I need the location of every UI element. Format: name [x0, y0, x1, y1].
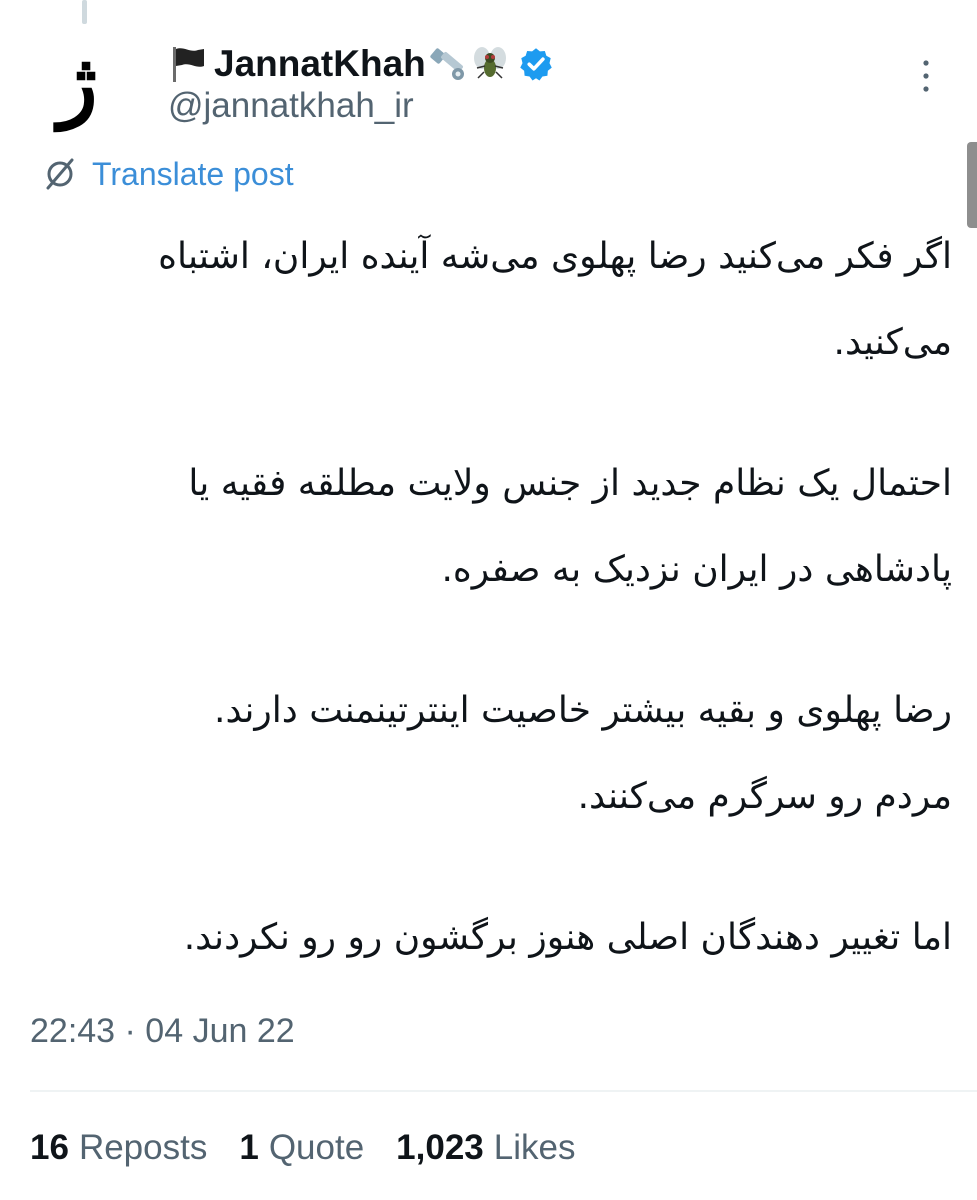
- nut-and-bolt-icon: [430, 48, 464, 80]
- quotes-stat[interactable]: 1 Quote: [239, 1128, 364, 1168]
- author-handle[interactable]: @jannatkhah_ir: [168, 86, 414, 126]
- quotes-count: 1: [239, 1128, 259, 1167]
- engagement-stats: 16 Reposts 1 Quote 1,023 Likes: [30, 1128, 607, 1168]
- display-name[interactable]: JannatKhah: [214, 43, 426, 85]
- more-options-icon[interactable]: [916, 56, 936, 96]
- divider: [30, 1090, 977, 1092]
- likes-stat[interactable]: 1,023 Likes: [396, 1128, 575, 1168]
- likes-count: 1,023: [396, 1128, 484, 1167]
- post-line: اگر فکر می‌کنید رضا پهلوی می‌شه آینده ای…: [158, 236, 952, 277]
- post-line: مردم رو سرگرم می‌کنند.: [577, 776, 952, 817]
- post-line: رضا پهلوی و بقیه بیشتر خاصیت اینترتینمنت…: [214, 690, 952, 731]
- quotes-label: Quote: [268, 1128, 365, 1167]
- translate-icon: [46, 158, 74, 190]
- black-flag-icon: [173, 47, 204, 82]
- post-line: پادشاهی در ایران نزدیک به صفره.: [441, 549, 952, 590]
- reposts-count: 16: [30, 1128, 69, 1167]
- translate-post-label[interactable]: Translate post: [92, 156, 294, 193]
- likes-label: Likes: [493, 1128, 576, 1167]
- avatar-letter: ژ: [58, 35, 98, 131]
- post-line: اما تغییر دهندگان اصلی هنوز برگشون رو رو…: [183, 917, 952, 958]
- post-text: اگر فکر می‌کنید رضا پهلوی می‌شه آینده ای…: [30, 214, 952, 981]
- thread-connector-line: [82, 0, 87, 24]
- post-line: می‌کنید.: [833, 322, 953, 363]
- reposts-label: Reposts: [78, 1128, 208, 1167]
- scrollbar-thumb[interactable]: [967, 142, 977, 228]
- post-timestamp[interactable]: 22:43 · 04 Jun 22: [30, 1012, 295, 1051]
- fly-icon: [473, 47, 506, 79]
- author-name-row[interactable]: JannatKhah: [168, 36, 554, 92]
- reposts-stat[interactable]: 16 Reposts: [30, 1128, 207, 1168]
- verified-badge-icon[interactable]: [518, 46, 554, 82]
- translate-post-link[interactable]: Translate post: [42, 150, 294, 198]
- post-line: احتمال یک نظام جدید از جنس ولایت مطلقه ف…: [188, 463, 952, 504]
